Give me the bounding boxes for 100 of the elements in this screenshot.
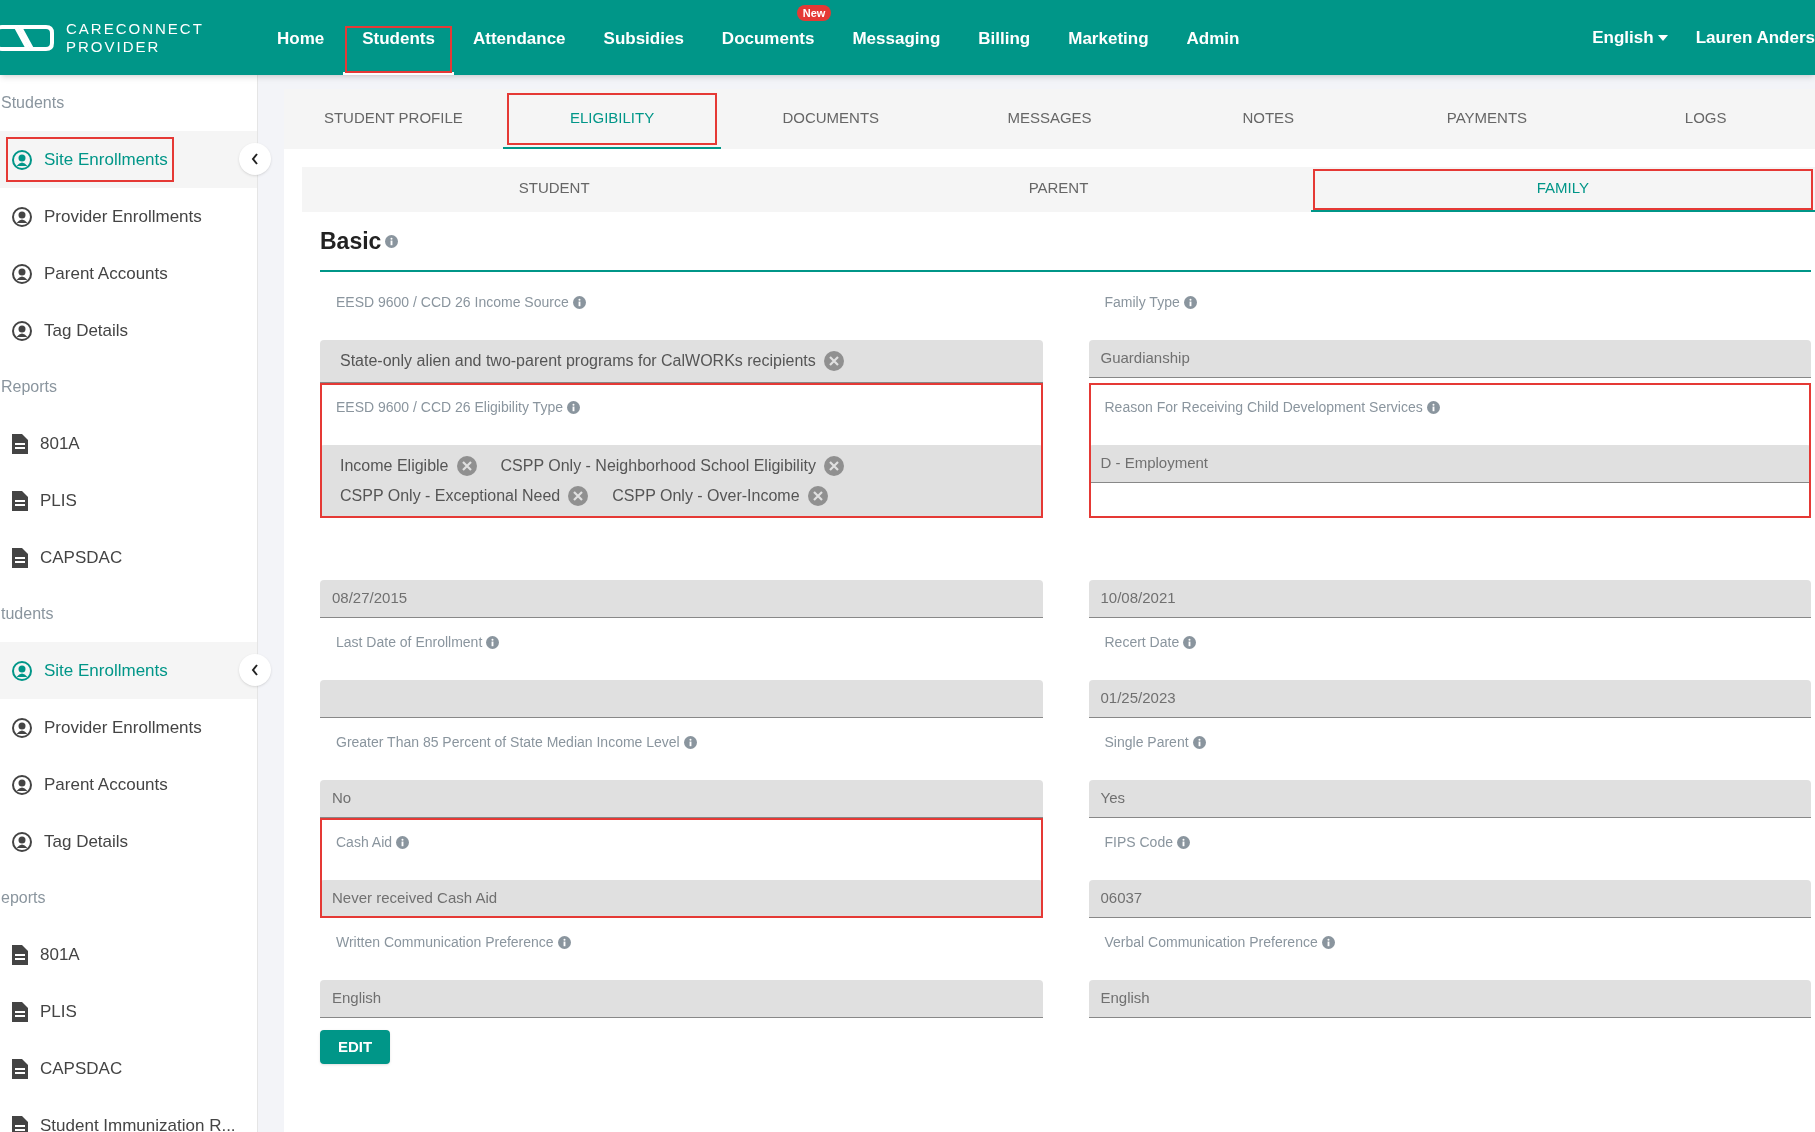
user-icon xyxy=(12,263,32,284)
sidebar-item[interactable]: CAPSDAC xyxy=(6,534,129,581)
user-icon xyxy=(12,660,32,681)
chevron-left-icon xyxy=(251,664,259,676)
input-field[interactable]: D - Employment xyxy=(1088,445,1811,483)
field-label: Verbal Communication Preference xyxy=(1104,932,1318,952)
chevron-left-icon xyxy=(251,153,259,165)
tab[interactable]: PAYMENTS xyxy=(1377,89,1597,149)
remove-icon[interactable] xyxy=(823,351,844,371)
field-label: Written Communication Preference xyxy=(336,932,554,952)
field-label: EESD 9600 / CCD 26 Income Source xyxy=(336,292,569,312)
sidebar-heading: eports xyxy=(0,888,46,908)
nav-link[interactable]: Documents xyxy=(702,24,834,75)
chip-label: CSPP Only - Exceptional Need xyxy=(340,486,561,506)
chip-label: Income Eligible xyxy=(340,456,449,476)
input-field[interactable]: Never received Cash Aid xyxy=(320,880,1043,918)
sidebar-heading: Students xyxy=(0,93,65,113)
document-icon xyxy=(12,1001,28,1022)
user-icon xyxy=(12,831,32,852)
sidebar-item[interactable]: Parent Accounts xyxy=(6,250,174,297)
user-icon xyxy=(12,774,32,795)
sidebar-item[interactable]: 801A xyxy=(6,931,86,978)
info-icon xyxy=(1177,835,1190,849)
nav-link[interactable]: Students xyxy=(343,24,454,75)
input-field[interactable]: 01/25/2023 xyxy=(1088,680,1811,718)
section-title: Basic xyxy=(320,226,382,256)
field-label: Cash Aid xyxy=(336,832,393,852)
sidebar-item[interactable]: Student Immunization R... xyxy=(6,1102,242,1132)
tab[interactable]: DOCUMENTS xyxy=(721,89,941,149)
tab[interactable]: ELIGIBILITY xyxy=(502,89,722,149)
sidebar-item[interactable]: Tag Details xyxy=(6,818,135,865)
user-icon xyxy=(12,149,32,170)
input-field[interactable]: Guardianship xyxy=(1088,340,1811,378)
nav-link[interactable]: Messaging xyxy=(833,24,960,75)
input-field[interactable]: 08/27/2015 xyxy=(320,580,1043,618)
nav-link[interactable]: Marketing xyxy=(1049,24,1168,75)
tab[interactable]: STUDENT PROFILE xyxy=(284,89,503,149)
logo-text: PROVIDER xyxy=(66,37,162,56)
nav-link[interactable]: Home xyxy=(258,24,344,75)
tab[interactable]: NOTES xyxy=(1158,89,1378,149)
info-icon xyxy=(1192,735,1206,749)
info-icon xyxy=(1426,400,1440,414)
info-icon xyxy=(683,735,697,749)
new-badge: New xyxy=(796,5,832,21)
language-dropdown[interactable]: English xyxy=(1592,24,1668,51)
tab[interactable]: MESSAGES xyxy=(940,89,1159,149)
sub-tab[interactable]: FAMILY xyxy=(1310,167,1815,212)
chip-field[interactable]: State-only alien and two-parent programs for CalWORKs recipients xyxy=(320,340,1043,383)
chip-label: State-only alien and two-parent programs for CalWORKs recipients xyxy=(340,351,816,371)
sidebar-item[interactable]: PLIS xyxy=(6,988,83,1035)
sidebar-item[interactable]: 801A xyxy=(6,420,86,467)
sidebar-item[interactable]: PLIS xyxy=(6,477,83,524)
sidebar-item[interactable]: Tag Details xyxy=(6,307,135,354)
input-field[interactable] xyxy=(320,680,1043,718)
edit-button[interactable]: EDIT xyxy=(320,1030,391,1064)
info-icon xyxy=(396,835,410,849)
field-label: Greater Than 85 Percent of State Median Income Level xyxy=(336,732,680,752)
sub-tab[interactable]: PARENT xyxy=(806,167,1311,212)
nav-link[interactable]: Subsidies xyxy=(584,24,703,75)
input-field[interactable]: No xyxy=(320,780,1043,818)
document-icon xyxy=(12,547,28,568)
user-icon xyxy=(12,320,32,341)
user-icon xyxy=(12,717,32,738)
sidebar-heading: tudents xyxy=(0,604,54,624)
info-icon xyxy=(385,234,399,248)
sidebar-item[interactable]: Site Enrollments xyxy=(6,136,174,183)
input-field[interactable]: English xyxy=(1088,980,1811,1018)
tab[interactable]: LOGS xyxy=(1596,89,1815,149)
field-label: EESD 9600 / CCD 26 Eligibility Type xyxy=(336,397,563,417)
field-label: Recert Date xyxy=(1104,632,1180,652)
field-label: Last Date of Enrollment xyxy=(336,632,483,652)
sub-tab[interactable]: STUDENT xyxy=(302,167,807,212)
field-label: Single Parent xyxy=(1104,732,1189,752)
input-field[interactable]: English xyxy=(320,980,1043,1018)
logo-text: CARECONNECT xyxy=(66,19,204,38)
nav-link[interactable]: Attendance xyxy=(453,24,585,75)
remove-icon[interactable] xyxy=(807,486,828,506)
collapse-button[interactable] xyxy=(239,143,271,175)
input-field[interactable]: 06037 xyxy=(1088,880,1811,918)
document-icon xyxy=(12,490,28,511)
remove-icon[interactable] xyxy=(568,486,589,506)
remove-icon[interactable] xyxy=(823,456,844,476)
nav-link[interactable]: Admin xyxy=(1167,24,1259,75)
sidebar-item[interactable]: CAPSDAC xyxy=(6,1045,129,1092)
input-field[interactable]: Yes xyxy=(1088,780,1811,818)
document-icon xyxy=(12,433,28,454)
remove-icon[interactable] xyxy=(456,456,477,476)
chip-label: CSPP Only - Neighborhood School Eligibility xyxy=(500,456,816,476)
chip-field[interactable]: Income Eligible CSPP Only - Neighborhood School Eligibility CSPP Only - Exceptional Need CSPP Only - Over-Income xyxy=(320,445,1043,518)
sidebar-item[interactable]: Provider Enrollments xyxy=(6,704,208,751)
sidebar-heading: Reports xyxy=(0,377,58,397)
user-menu[interactable]: Lauren Anders xyxy=(1695,24,1815,51)
input-field[interactable]: 10/08/2021 xyxy=(1088,580,1811,618)
nav-link[interactable]: Billing xyxy=(959,24,1050,75)
collapse-button[interactable] xyxy=(239,654,271,686)
info-icon xyxy=(1321,935,1335,949)
field-label: Reason For Receiving Child Development Services xyxy=(1104,397,1423,417)
field-label: Family Type xyxy=(1104,292,1180,312)
sidebar-item[interactable]: Parent Accounts xyxy=(6,761,174,808)
sidebar-item[interactable]: Provider Enrollments xyxy=(6,193,208,240)
